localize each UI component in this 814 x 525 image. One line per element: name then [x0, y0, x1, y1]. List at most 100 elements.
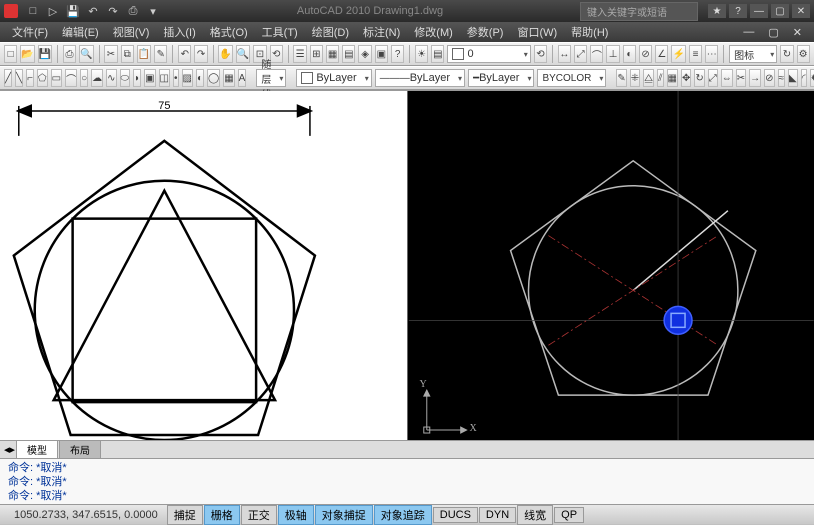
chamfer-icon[interactable]: ◣ [788, 69, 798, 87]
status-lwt[interactable]: 线宽 [517, 505, 553, 525]
new-icon[interactable]: □ [4, 45, 17, 63]
menu-help[interactable]: 帮助(H) [565, 22, 614, 42]
linetype-dropdown[interactable]: ——— ByLayer [375, 69, 465, 87]
linetype-filter-dropdown[interactable]: 随层线 [256, 69, 286, 87]
status-snap[interactable]: 捕捉 [167, 505, 203, 525]
fillet-icon[interactable]: ◜ [801, 69, 807, 87]
status-grid[interactable]: 栅格 [204, 505, 240, 525]
status-osnap[interactable]: 对象捕捉 [315, 505, 373, 525]
rotate-icon[interactable]: ↻ [694, 69, 704, 87]
help-icon[interactable]: ? [729, 4, 747, 18]
menu-file[interactable]: 文件(F) [6, 22, 54, 42]
dimstyle-dropdown[interactable]: 图标 [729, 45, 777, 63]
coordinates-readout[interactable]: 1050.2733, 347.6515, 0.0000 [6, 509, 166, 521]
help-search[interactable]: 键入关键字或短语 [580, 2, 698, 21]
qat-open-icon[interactable]: ▷ [46, 4, 60, 18]
offset-icon[interactable]: ⫽ [657, 69, 663, 87]
qat-undo-icon[interactable]: ↶ [86, 4, 100, 18]
close-icon[interactable]: ✕ [792, 4, 810, 18]
dim-linear-icon[interactable]: ↔ [558, 45, 571, 63]
ellipse-arc-icon[interactable]: ◗ [133, 69, 141, 87]
viewport-right[interactable]: X Y [408, 91, 814, 440]
menu-view[interactable]: 视图(V) [107, 22, 156, 42]
preview-icon[interactable]: 🔍 [79, 45, 93, 63]
copy-icon[interactable]: ⧉ [121, 45, 134, 63]
zoom-prev-icon[interactable]: ⟲ [270, 45, 283, 63]
explode-icon[interactable]: ✹ [810, 69, 814, 87]
xline-icon[interactable]: ╲ [15, 69, 23, 87]
block-icon[interactable]: ◫ [159, 69, 170, 87]
app-logo[interactable] [4, 4, 18, 18]
mtext-icon[interactable]: A [238, 69, 247, 87]
dim-update-icon[interactable]: ↻ [780, 45, 793, 63]
erase-icon[interactable]: ✎ [616, 69, 626, 87]
plot-icon[interactable]: ⎙ [63, 45, 76, 63]
calc-icon[interactable]: ▣ [375, 45, 388, 63]
break-icon[interactable]: ⊘ [764, 69, 774, 87]
star-icon[interactable]: ★ [708, 4, 726, 18]
dcenter-icon[interactable]: ⊞ [310, 45, 323, 63]
menu-insert[interactable]: 插入(I) [157, 22, 201, 42]
tab-model[interactable]: 模型 [16, 440, 58, 459]
doc-close-icon[interactable]: ✕ [787, 24, 808, 41]
cut-icon[interactable]: ✂ [104, 45, 117, 63]
polygon-icon[interactable]: ⬠ [37, 69, 48, 87]
menu-format[interactable]: 格式(O) [204, 22, 254, 42]
pline-icon[interactable]: ⌐ [26, 69, 34, 87]
mirror-icon[interactable]: ⧋ [643, 69, 654, 87]
status-otrack[interactable]: 对象追踪 [374, 505, 432, 525]
gradient-icon[interactable]: ◐ [196, 69, 204, 87]
layer-mgr-icon[interactable]: ▤ [431, 45, 444, 63]
undo-icon[interactable]: ↶ [178, 45, 191, 63]
region-icon[interactable]: ◯ [207, 69, 220, 87]
circle-icon[interactable]: ○ [80, 69, 88, 87]
move-icon[interactable]: ✥ [681, 69, 691, 87]
pan-icon[interactable]: ✋ [218, 45, 232, 63]
menu-dimension[interactable]: 标注(N) [357, 22, 406, 42]
point-icon[interactable]: • [173, 69, 179, 87]
spline-icon[interactable]: ∿ [106, 69, 116, 87]
qat-save-icon[interactable]: 💾 [66, 4, 80, 18]
dim-style-icon[interactable]: ⚙ [797, 45, 810, 63]
qat-print-icon[interactable]: ⎙ [126, 4, 140, 18]
scale-icon[interactable]: ⤢ [708, 69, 718, 87]
hatch-icon[interactable]: ▨ [182, 69, 193, 87]
help2-icon[interactable]: ? [391, 45, 404, 63]
sheet-icon[interactable]: ▤ [342, 45, 355, 63]
status-dyn[interactable]: DYN [479, 507, 516, 523]
plotstyle-dropdown[interactable]: BYCOLOR [537, 69, 606, 87]
status-polar[interactable]: 极轴 [278, 505, 314, 525]
dim-diameter-icon[interactable]: ⊘ [639, 45, 652, 63]
maximize-icon[interactable]: ▢ [771, 4, 789, 18]
color-dropdown[interactable]: ByLayer [296, 69, 371, 87]
save-icon[interactable]: 💾 [38, 45, 52, 63]
status-ortho[interactable]: 正交 [241, 505, 277, 525]
layer-state-icon[interactable]: ☀ [415, 45, 428, 63]
dim-quick-icon[interactable]: ⚡ [671, 45, 685, 63]
insert-icon[interactable]: ▣ [144, 69, 155, 87]
stretch-icon[interactable]: ⇔ [721, 69, 733, 87]
minimize-icon[interactable]: — [750, 4, 768, 18]
command-window[interactable]: 命令: *取消* 命令: *取消* 命令: *取消* 命令: [0, 458, 814, 504]
zoom-icon[interactable]: 🔍 [236, 45, 250, 63]
dim-radius-icon[interactable]: ◐ [623, 45, 636, 63]
markup-icon[interactable]: ◈ [358, 45, 371, 63]
array-icon[interactable]: ▦ [667, 69, 678, 87]
doc-max-icon[interactable]: ▢ [762, 24, 784, 41]
menu-tools[interactable]: 工具(T) [256, 22, 304, 42]
qat-new-icon[interactable]: □ [26, 4, 40, 18]
dim-aligned-icon[interactable]: ⤢ [574, 45, 587, 63]
rectangle-icon[interactable]: ▭ [51, 69, 62, 87]
table-icon[interactable]: ▦ [223, 69, 234, 87]
join-icon[interactable]: ≈ [778, 69, 786, 87]
dim-continue-icon[interactable]: ⋯ [705, 45, 718, 63]
redo-icon[interactable]: ↷ [194, 45, 207, 63]
match-icon[interactable]: ✎ [154, 45, 167, 63]
menu-window[interactable]: 窗口(W) [511, 22, 563, 42]
ellipse-icon[interactable]: ⬭ [120, 69, 131, 87]
dim-angular-icon[interactable]: ∠ [655, 45, 668, 63]
qat-redo-icon[interactable]: ↷ [106, 4, 120, 18]
open-icon[interactable]: 📂 [20, 45, 34, 63]
tab-layout[interactable]: 布局 [59, 440, 101, 459]
layer-dropdown[interactable]: 0 [447, 45, 530, 63]
